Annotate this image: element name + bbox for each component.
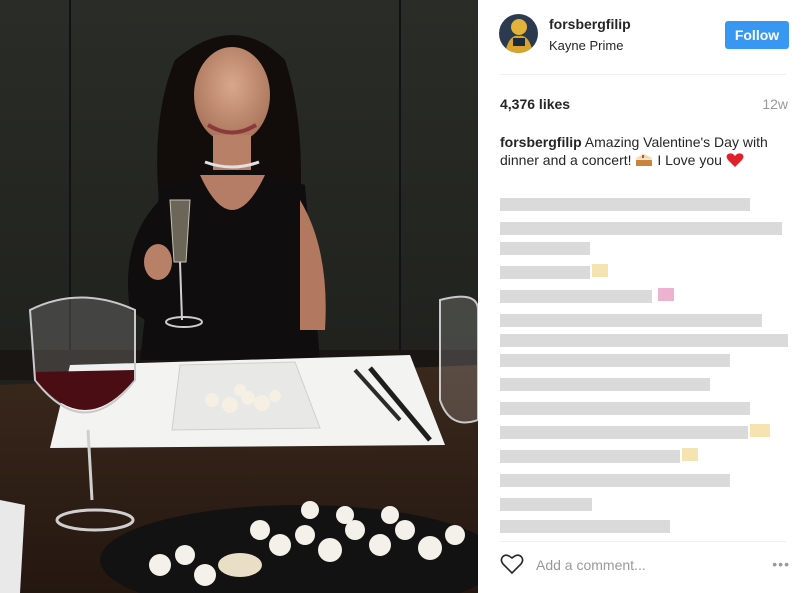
post-header: forsbergfilip Kayne Prime Follow <box>478 0 808 74</box>
blurred-comments <box>500 196 792 536</box>
blurred-emoji <box>750 424 770 437</box>
blurred-comment-line <box>500 334 788 347</box>
dinner-photo-illustration <box>0 0 478 593</box>
blurred-emoji <box>592 264 608 277</box>
post-age[interactable]: 12w <box>762 96 788 112</box>
blurred-comment-line <box>500 402 750 415</box>
blurred-comment-line <box>500 378 710 391</box>
caption-text-end: I Love you <box>657 152 722 168</box>
blurred-comment-line <box>500 266 590 279</box>
post-details-panel: forsbergfilip Kayne Prime Follow 4,376 l… <box>478 0 808 593</box>
blurred-emoji <box>682 448 698 461</box>
post-photo[interactable] <box>0 0 478 593</box>
hockey-player-avatar-icon <box>499 14 538 53</box>
avatar[interactable] <box>499 14 538 53</box>
blurred-comment-line <box>500 198 750 211</box>
heart-icon[interactable] <box>500 553 524 575</box>
blurred-comment-line <box>500 222 782 235</box>
cake-emoji-icon <box>635 152 657 168</box>
blurred-comment-line <box>500 520 670 533</box>
blurred-comment-line <box>500 498 592 511</box>
blurred-emoji <box>658 288 674 301</box>
blurred-comment-line <box>500 450 680 463</box>
location-link[interactable]: Kayne Prime <box>549 38 623 53</box>
footer-divider <box>500 541 786 542</box>
header-divider <box>500 74 786 75</box>
post-caption: forsbergfilip Amazing Valentine's Day wi… <box>500 133 790 169</box>
blurred-comment-line <box>500 354 730 367</box>
follow-button[interactable]: Follow <box>725 21 789 49</box>
comment-input[interactable]: Add a comment... <box>536 557 646 573</box>
blurred-comment-line <box>500 474 730 487</box>
likes-count[interactable]: 4,376 likes <box>500 96 570 112</box>
caption-username[interactable]: forsbergfilip <box>500 134 582 150</box>
blurred-comment-line <box>500 290 652 303</box>
username-link[interactable]: forsbergfilip <box>549 16 631 32</box>
blurred-comment-line <box>500 314 762 327</box>
blurred-comment-line <box>500 242 590 255</box>
blurred-comment-line <box>500 426 748 439</box>
more-options-icon[interactable]: ••• <box>772 556 790 572</box>
red-heart-emoji-icon <box>726 152 744 168</box>
